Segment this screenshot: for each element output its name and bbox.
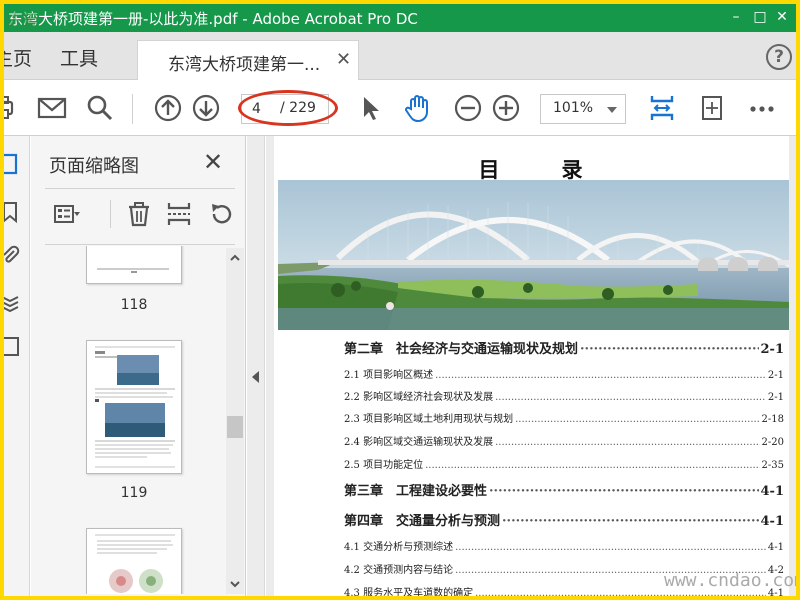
highlight-annotation-oval <box>238 90 338 126</box>
close-window-button[interactable]: ✕ <box>772 8 792 26</box>
tab-tools[interactable]: 工具 <box>60 44 98 71</box>
navigation-rail <box>4 136 30 596</box>
watermark-logo: 达诺 <box>4 11 40 31</box>
window-title: 东湾大桥项建第一册-以此为准.pdf - Adobe Acrobat Pro D… <box>8 10 418 28</box>
panel-title: 页面缩略图 <box>49 156 139 177</box>
zoom-out-icon[interactable] <box>452 92 484 124</box>
hand-tool-icon[interactable] <box>402 92 434 124</box>
bookmarks-icon[interactable] <box>4 200 22 224</box>
thumbnail-list: 118 119 <box>31 246 231 594</box>
tab-bar: 主页 工具 东湾大桥项建第一... ✕ ? <box>4 32 796 80</box>
zoom-in-icon[interactable] <box>490 92 522 124</box>
zoom-select[interactable]: 101% <box>540 94 626 124</box>
site-watermark: www.cndao.com <box>664 570 796 591</box>
toolbar-divider <box>132 94 133 124</box>
maximize-button[interactable]: □ <box>750 8 770 26</box>
more-options-icon[interactable] <box>746 92 778 124</box>
panel-tool-divider <box>110 200 111 228</box>
help-icon[interactable]: ? <box>766 44 792 70</box>
close-tab-icon[interactable]: ✕ <box>336 49 351 70</box>
thumbnail-label: 119 <box>120 485 148 501</box>
panel-collapse-handle[interactable] <box>247 136 265 596</box>
toc-entry[interactable]: 2.4 影响区域交通运输现状及发展 ......................… <box>344 433 784 448</box>
document-page: 目录 第二章 社会经济与交通运输现状及规划 ··················… <box>274 136 796 596</box>
minimize-button[interactable]: – <box>726 8 746 26</box>
previous-page-icon[interactable] <box>152 92 184 124</box>
next-page-icon[interactable] <box>190 92 222 124</box>
signatures-icon[interactable] <box>4 334 22 358</box>
layers-icon[interactable] <box>4 290 22 314</box>
close-panel-icon[interactable]: ✕ <box>203 148 223 176</box>
panel-divider <box>45 244 235 245</box>
toc-entry[interactable]: 2.1 项目影响区概述 ............................… <box>344 366 784 381</box>
scrollbar-thumb[interactable] <box>227 416 243 438</box>
attachments-icon[interactable] <box>4 244 22 268</box>
toc-entry[interactable]: 2.3 项目影响区域土地利用现状与规划 ....................… <box>344 410 784 425</box>
panel-divider <box>45 188 235 189</box>
scroll-down-icon[interactable] <box>229 578 241 590</box>
search-icon[interactable] <box>84 92 116 124</box>
toc-entry[interactable]: 2.5 项目功能定位 .............................… <box>344 456 784 471</box>
delete-page-icon[interactable] <box>125 200 153 228</box>
rotate-page-icon[interactable] <box>207 200 235 228</box>
toolbar: / 229 101% <box>4 80 796 136</box>
document-tab-label: 东湾大桥项建第一... <box>168 55 321 75</box>
document-viewport[interactable]: 目录 第二章 社会经济与交通运输现状及规划 ··················… <box>266 136 796 596</box>
toc-entry[interactable]: 第四章 交通量分析与预测 ···························… <box>344 510 784 529</box>
rotate-view-icon[interactable] <box>696 92 728 124</box>
toc-entry[interactable]: 第三章 工程建设必要性 ····························… <box>344 480 784 499</box>
split-page-icon[interactable] <box>165 200 193 228</box>
thumbnail-page-119[interactable] <box>86 340 182 474</box>
bridge-photo <box>278 180 789 330</box>
page-thumbnails-icon[interactable] <box>4 152 22 176</box>
print-icon[interactable] <box>4 92 22 124</box>
toc-entry[interactable]: 第二章 社会经济与交通运输现状及规划 ·····················… <box>344 338 784 357</box>
chevron-down-icon <box>607 107 617 113</box>
zoom-value: 101% <box>553 100 594 116</box>
toc-entry[interactable]: 2.2 影响区域经济社会现状及发展 ......................… <box>344 388 784 403</box>
toc-entry[interactable]: 4.1 交通分析与预测综述 ..........................… <box>344 538 784 553</box>
thumbnail-panel: 页面缩略图 ✕ 118 119 <box>31 136 246 596</box>
fit-page-icon[interactable] <box>646 92 678 124</box>
thumbnail-page-content <box>97 268 169 273</box>
thumbnail-options-icon[interactable] <box>53 200 81 228</box>
thumbnail-page-content <box>95 346 175 468</box>
thumbnail-scrollbar[interactable] <box>226 248 244 594</box>
email-icon[interactable] <box>36 92 68 124</box>
thumbnail-label: 118 <box>120 297 148 313</box>
select-tool-icon[interactable] <box>354 92 386 124</box>
app-window: 东湾大桥项建第一册-以此为准.pdf - Adobe Acrobat Pro D… <box>4 4 796 596</box>
tab-home[interactable]: 主页 <box>4 44 32 71</box>
tab-document[interactable]: 东湾大桥项建第一... ✕ <box>137 40 359 80</box>
collapse-arrow-icon <box>252 371 259 383</box>
thumbnail-page-118[interactable] <box>86 246 182 284</box>
thumbnail-page-content <box>95 534 175 593</box>
scroll-up-icon[interactable] <box>229 252 241 264</box>
title-bar: 东湾大桥项建第一册-以此为准.pdf - Adobe Acrobat Pro D… <box>4 4 796 32</box>
thumbnail-page-120[interactable] <box>86 528 182 594</box>
